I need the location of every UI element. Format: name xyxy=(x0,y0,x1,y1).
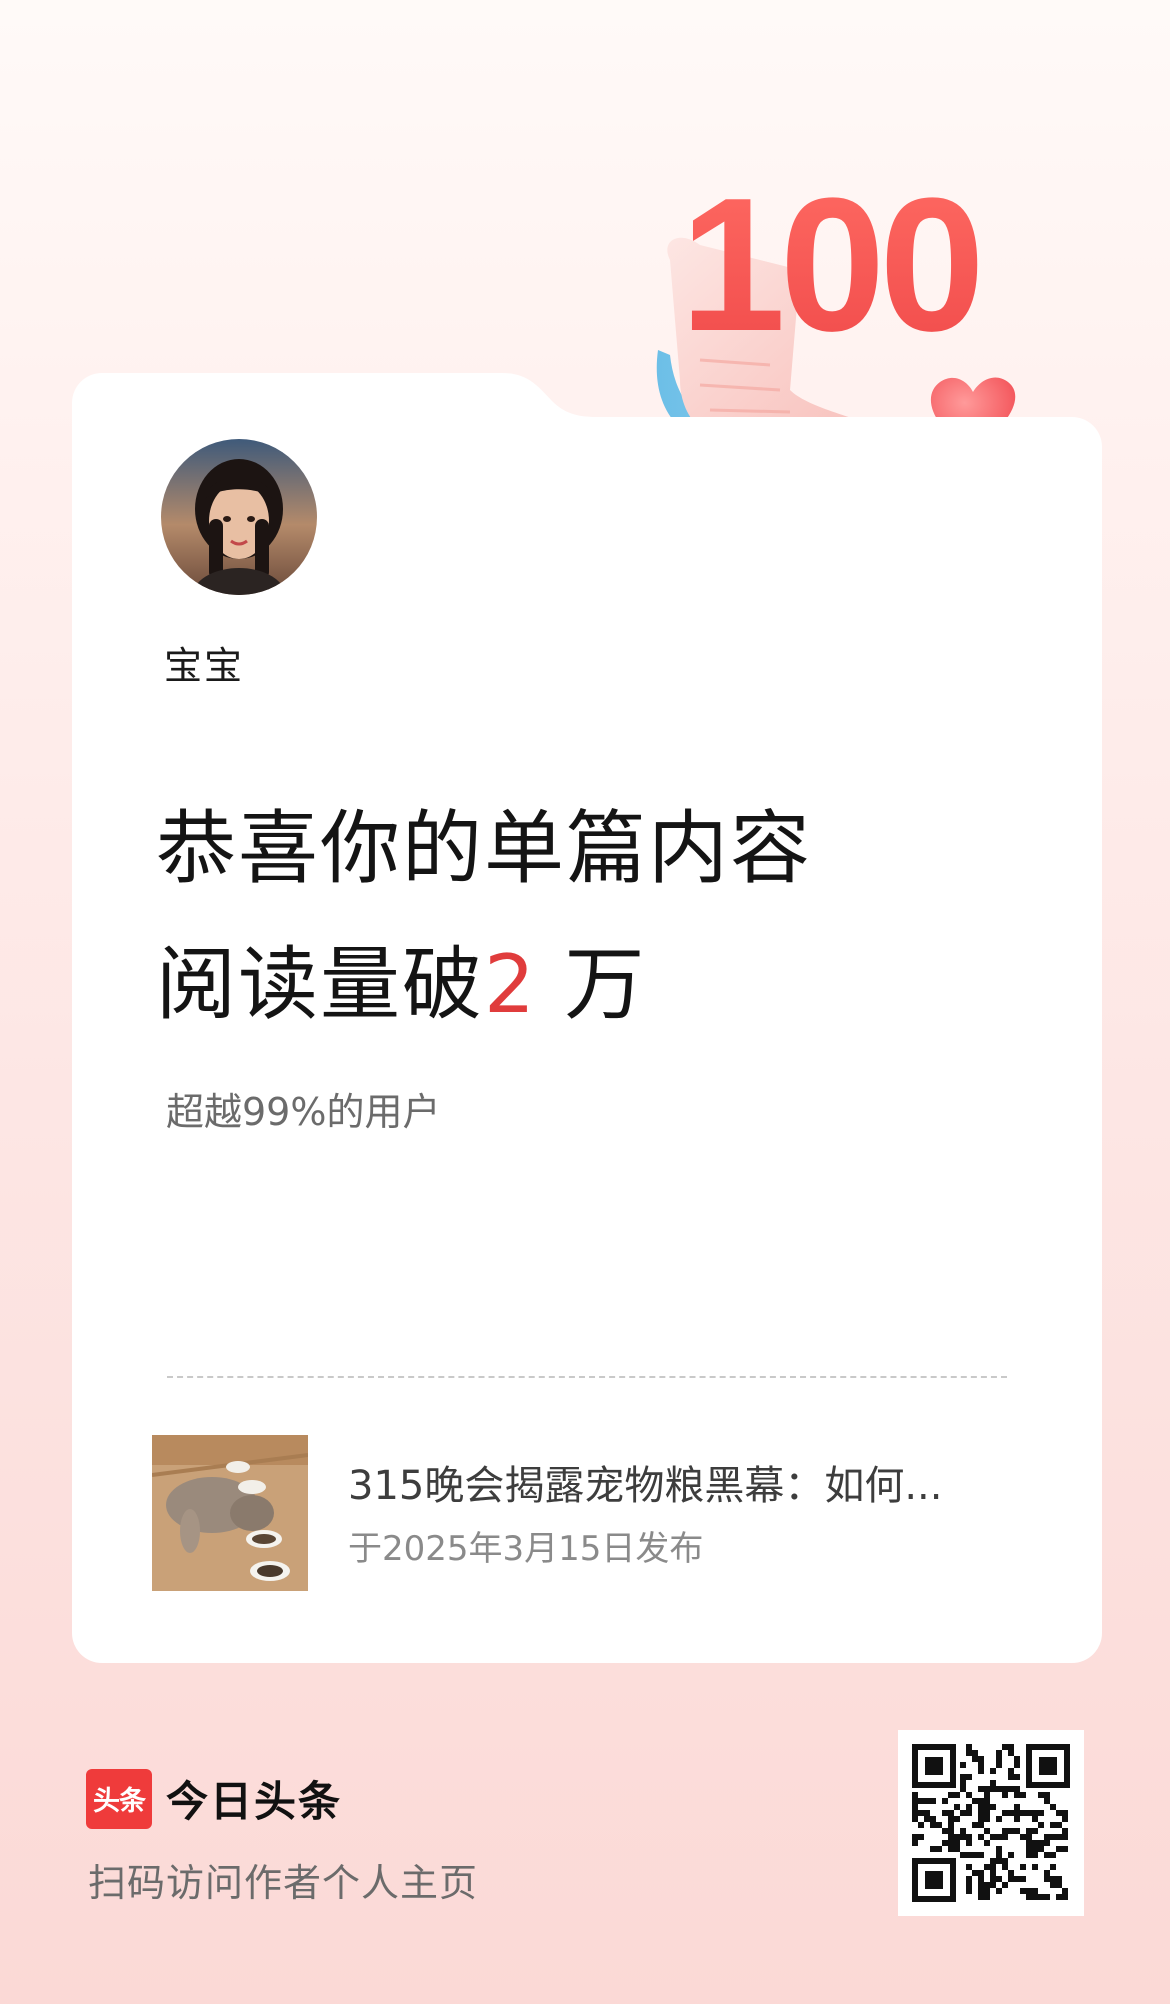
badge-number: 100 xyxy=(680,159,979,371)
headline-line-2-prefix: 阅读量破 xyxy=(156,938,484,1031)
qr-code-icon xyxy=(912,1744,1070,1902)
headline-number: 2 xyxy=(484,938,537,1031)
toutiao-logo-icon: 头条 xyxy=(86,1768,152,1829)
qr-code[interactable] xyxy=(898,1730,1084,1916)
headline-line-2: 阅读量破2 万 xyxy=(156,917,812,1053)
achievement-card: 宝宝 恭喜你的单篇内容 阅读量破2 万 超越99%的用户 315晚会揭露宠物粮黑… xyxy=(72,373,1102,1663)
scan-hint: 扫码访问作者个人主页 xyxy=(88,1861,479,1905)
brand-name: 今日头条 xyxy=(166,1777,343,1826)
brand: 头条 今日头条 xyxy=(86,1768,342,1829)
article-publish-date: 于2025年3月15日发布 xyxy=(348,1529,704,1569)
headline-line-2-suffix: 万 xyxy=(536,938,647,1031)
headline-line-1: 恭喜你的单篇内容 xyxy=(156,802,812,895)
percentile-text: 超越99%的用户 xyxy=(166,1090,441,1134)
dashed-divider xyxy=(167,1376,1007,1378)
avatar-image xyxy=(161,439,317,595)
avatar[interactable] xyxy=(161,439,317,595)
headline: 恭喜你的单篇内容 阅读量破2 万 xyxy=(156,781,812,1053)
cat-eating-image xyxy=(152,1435,308,1591)
username: 宝宝 xyxy=(164,644,245,688)
article-title[interactable]: 315晚会揭露宠物粮黑幕：如何... xyxy=(348,1453,943,1511)
article-thumbnail[interactable] xyxy=(152,1435,308,1591)
